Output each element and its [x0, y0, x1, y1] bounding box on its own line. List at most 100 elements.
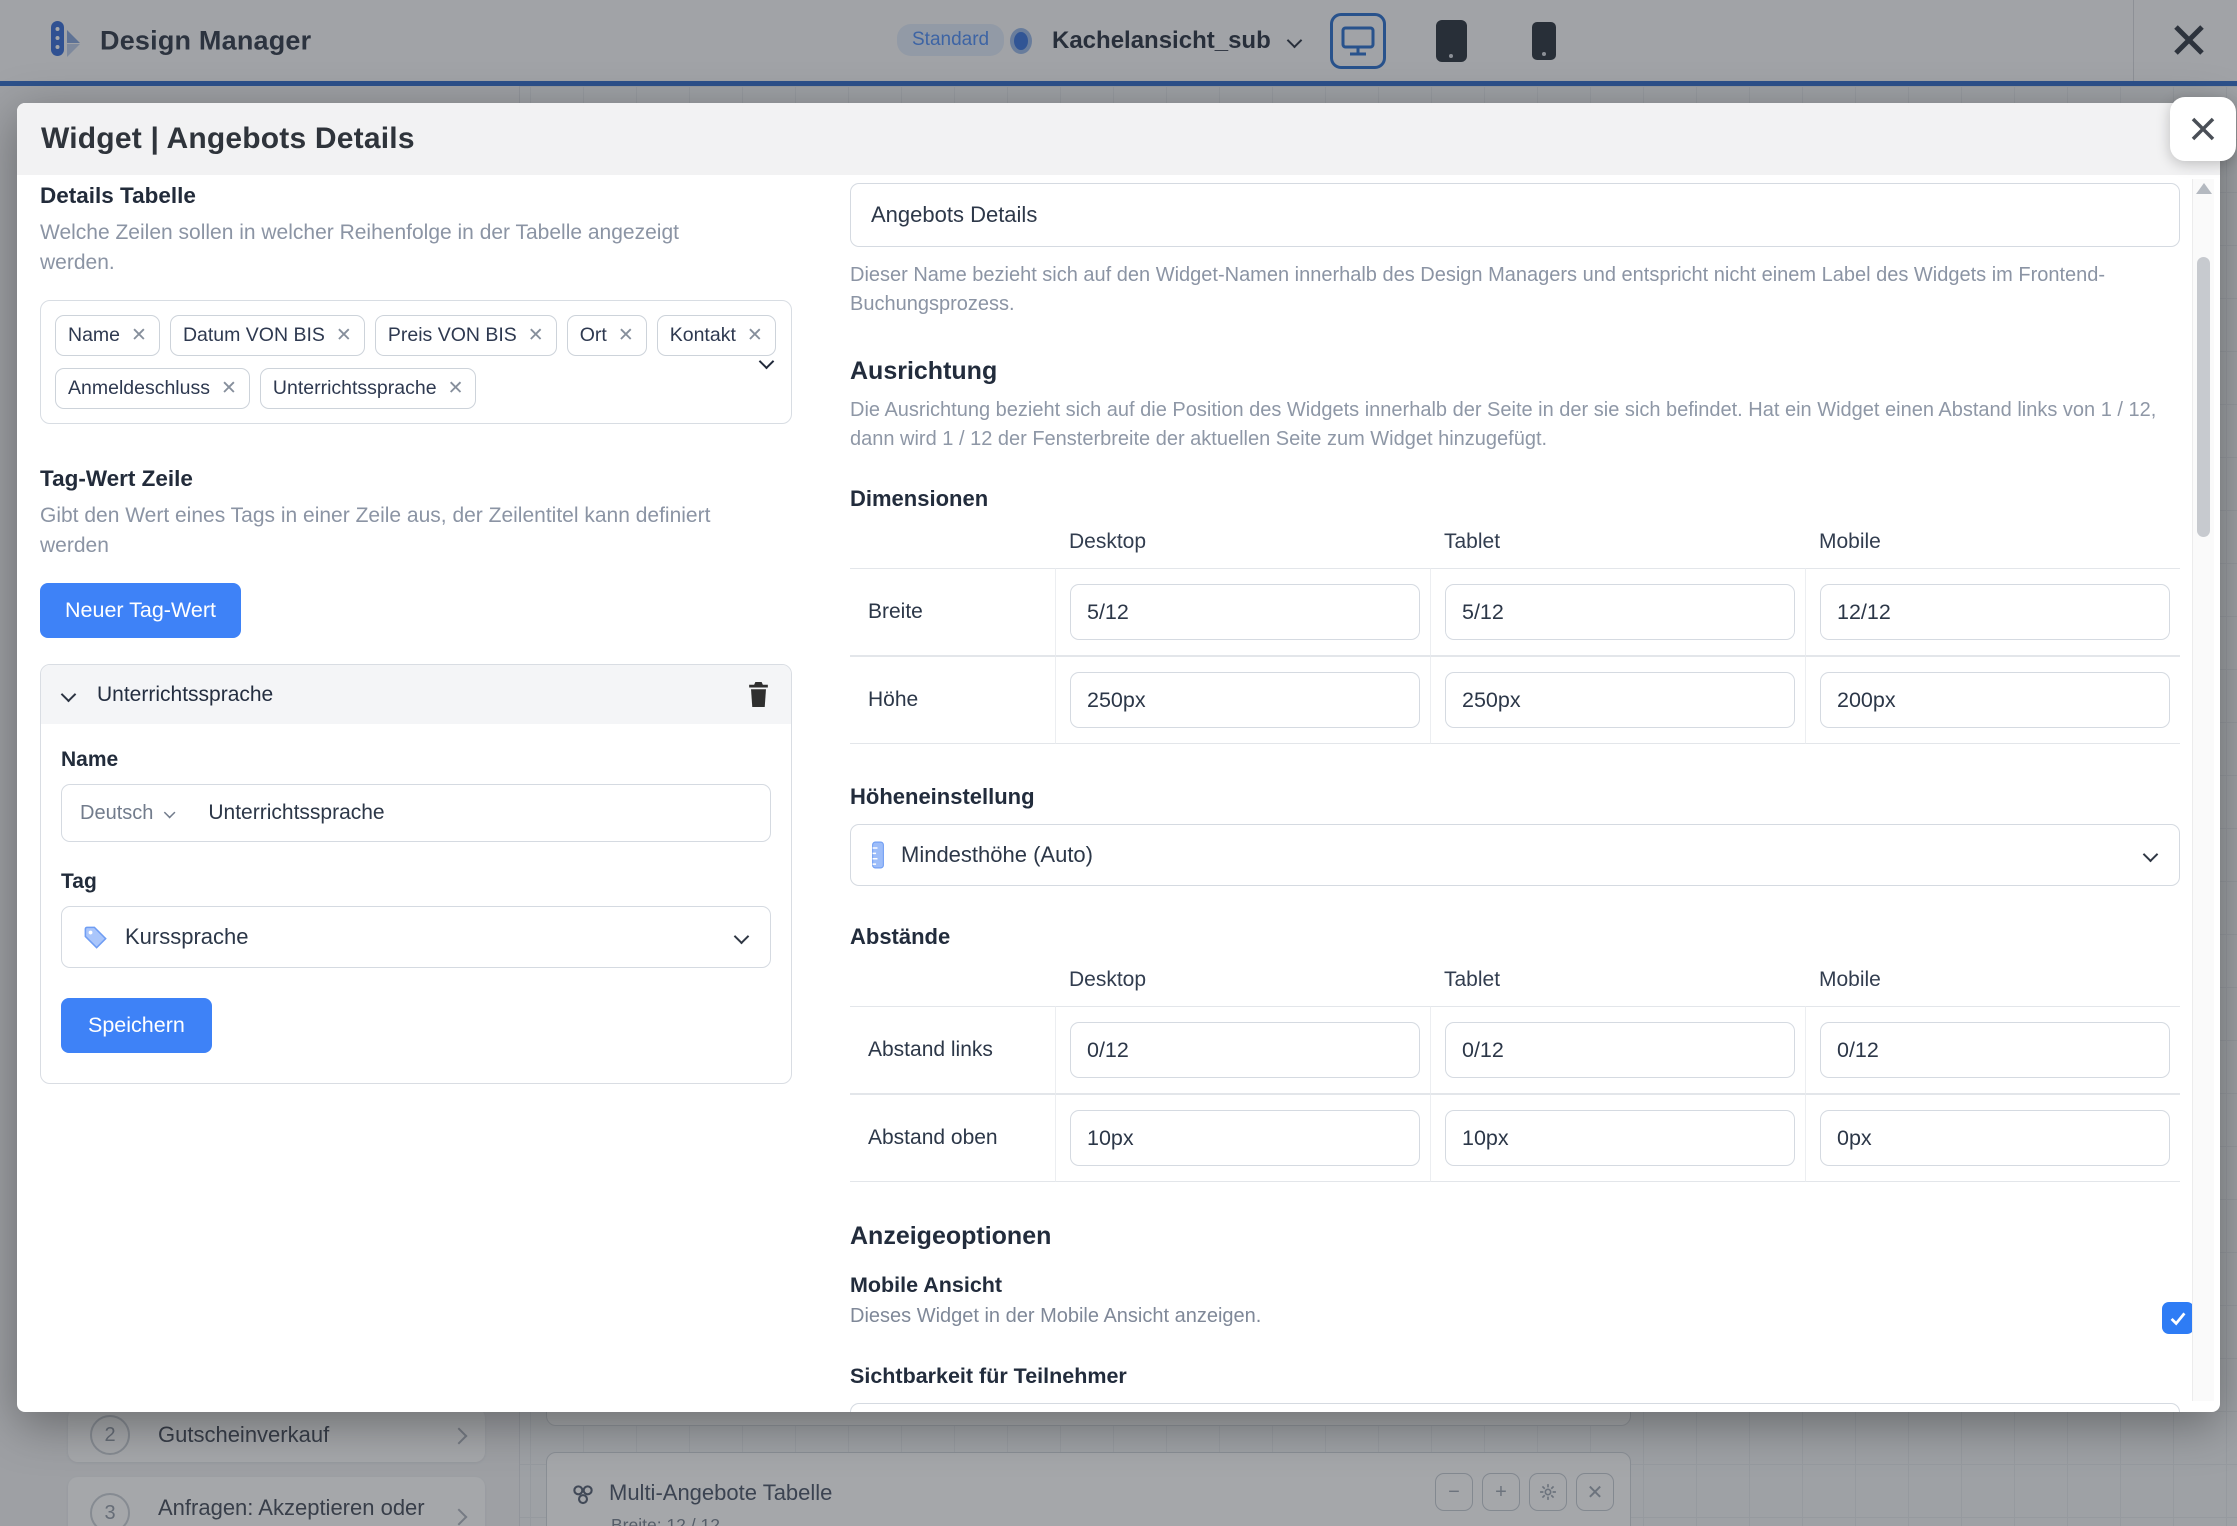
widget-name-input[interactable]: Angebots Details — [850, 183, 2180, 247]
details-table-rows-input[interactable]: Name ✕ Datum VON BIS ✕ Preis VON BIS ✕ Ort ✕… — [40, 300, 792, 424]
accordion-title: Unterrichtssprache — [97, 683, 273, 707]
mobile-ansicht-checkbox[interactable] — [2162, 1302, 2194, 1334]
tag-wert-heading: Tag-Wert Zeile — [40, 466, 792, 492]
tag-select-value: Kurssprache — [125, 924, 249, 950]
chevron-down-icon — [2143, 849, 2159, 861]
accordion-header[interactable]: Unterrichtssprache — [41, 665, 791, 724]
row-name-input[interactable]: Deutsch Unterrichtssprache — [61, 784, 771, 842]
widget-settings-modal: Widget | Angebots Details Details Tabell… — [17, 103, 2220, 1412]
breite-mobile-input[interactable]: 12/12 — [1820, 584, 2170, 640]
tag-wert-accordion: Unterrichtssprache Name Deutsch — [40, 664, 792, 1084]
modal-header: Widget | Angebots Details — [17, 103, 2220, 175]
chip-remove-icon[interactable]: ✕ — [131, 326, 147, 345]
trash-icon — [746, 681, 771, 708]
chip-remove-icon[interactable]: ✕ — [618, 326, 634, 345]
abstand-links-mobile-input[interactable]: 0/12 — [1820, 1022, 2170, 1078]
column-header-mobile: Mobile — [1805, 530, 2180, 568]
row-label: Abstand links — [850, 1006, 1055, 1094]
save-button[interactable]: Speichern — [61, 998, 212, 1053]
details-table-description: Welche Zeilen sollen in welcher Reihenfo… — [40, 218, 740, 278]
chip-label: Kontakt — [670, 324, 736, 347]
modal-scrollbar[interactable] — [2192, 179, 2214, 1401]
chip[interactable]: Ort ✕ — [567, 315, 647, 356]
chip-remove-icon[interactable]: ✕ — [336, 326, 352, 345]
chevron-down-icon — [61, 689, 77, 701]
column-header-tablet: Tablet — [1430, 968, 1805, 1006]
dimensionen-heading: Dimensionen — [850, 486, 2180, 512]
chip[interactable]: Name ✕ — [55, 315, 160, 356]
abstand-links-tablet-input[interactable]: 0/12 — [1445, 1022, 1795, 1078]
column-header-mobile: Mobile — [1805, 968, 2180, 1006]
abstand-oben-tablet-input[interactable]: 10px — [1445, 1110, 1795, 1166]
ausrichtung-description: Die Ausrichtung bezieht sich auf die Pos… — [850, 396, 2180, 454]
hoehe-desktop-input[interactable]: 250px — [1070, 672, 1420, 728]
sichtbarkeit-heading: Sichtbarkeit für Teilnehmer — [850, 1364, 2180, 1389]
row-label: Abstand oben — [850, 1094, 1055, 1182]
row-label: Höhe — [850, 656, 1055, 744]
row-name-value: Unterrichtssprache — [208, 801, 384, 825]
mobile-ansicht-heading: Mobile Ansicht — [850, 1273, 2180, 1298]
accordion-body: Name Deutsch Unterrichtssprache Tag — [41, 724, 791, 1083]
column-header-desktop: Desktop — [1055, 968, 1430, 1006]
chip-label: Preis VON BIS — [388, 324, 517, 347]
delete-tag-wert-button[interactable] — [746, 681, 771, 708]
chip-label: Name — [68, 324, 120, 347]
chip-label: Anmeldeschluss — [68, 377, 210, 400]
column-header-tablet: Tablet — [1430, 530, 1805, 568]
abstand-oben-mobile-input[interactable]: 0px — [1820, 1110, 2170, 1166]
chip[interactable]: Kontakt ✕ — [657, 315, 776, 356]
tag-select[interactable]: Kurssprache — [61, 906, 771, 968]
chip[interactable]: Datum VON BIS ✕ — [170, 315, 365, 356]
chip-label: Datum VON BIS — [183, 324, 325, 347]
sichtbarkeit-select[interactable]: Für alle Besucher sichtbar — [850, 1403, 2180, 1412]
details-table-heading: Details Tabelle — [40, 183, 792, 209]
name-label: Name — [61, 748, 771, 772]
close-icon — [2187, 113, 2219, 145]
chip-remove-icon[interactable]: ✕ — [747, 326, 763, 345]
modal-left-column: Details Tabelle Welche Zeilen sollen in … — [40, 183, 792, 1084]
table-corner — [850, 968, 1055, 1006]
chip-label: Unterrichtssprache — [273, 377, 437, 400]
hoeheneinstellung-select[interactable]: Mindesthöhe (Auto) — [850, 824, 2180, 886]
abstaende-table: Desktop Tablet Mobile Abstand links 0/12… — [850, 968, 2180, 1182]
hoehe-mobile-input[interactable]: 200px — [1820, 672, 2170, 728]
tag-wert-description: Gibt den Wert eines Tags in einer Zeile … — [40, 501, 750, 561]
modal-body: Details Tabelle Welche Zeilen sollen in … — [17, 175, 2220, 1412]
dimensionen-table: Desktop Tablet Mobile Breite 5/12 5/12 1… — [850, 530, 2180, 744]
hoeheneinstellung-heading: Höheneinstellung — [850, 784, 2180, 810]
chip[interactable]: Preis VON BIS ✕ — [375, 315, 557, 356]
chip[interactable]: Unterrichtssprache ✕ — [260, 368, 477, 409]
chevron-down-icon[interactable] — [759, 356, 775, 368]
tag-label: Tag — [61, 870, 771, 894]
ausrichtung-heading: Ausrichtung — [850, 357, 2180, 386]
column-header-desktop: Desktop — [1055, 530, 1430, 568]
tag-icon — [82, 924, 109, 951]
ruler-icon — [871, 841, 885, 869]
breite-desktop-input[interactable]: 5/12 — [1070, 584, 1420, 640]
hoeheneinstellung-value: Mindesthöhe (Auto) — [901, 842, 1093, 868]
hoehe-tablet-input[interactable]: 250px — [1445, 672, 1795, 728]
chip-remove-icon[interactable]: ✕ — [528, 326, 544, 345]
chip-remove-icon[interactable]: ✕ — [448, 379, 464, 398]
chevron-down-icon — [164, 809, 176, 818]
abstand-oben-desktop-input[interactable]: 10px — [1070, 1110, 1420, 1166]
design-manager-screen: Design Manager Standard Kachelansicht_su… — [0, 0, 2237, 1526]
abstand-links-desktop-input[interactable]: 0/12 — [1070, 1022, 1420, 1078]
anzeigeoptionen-heading: Anzeigeoptionen — [850, 1222, 2180, 1251]
language-select-value: Deutsch — [80, 802, 153, 825]
row-label: Breite — [850, 568, 1055, 656]
scrollbar-thumb[interactable] — [2197, 257, 2210, 537]
modal-title: Widget | Angebots Details — [41, 122, 415, 156]
chip-label: Ort — [580, 324, 607, 347]
chip[interactable]: Anmeldeschluss ✕ — [55, 368, 250, 409]
check-icon — [2167, 1307, 2189, 1329]
abstaende-heading: Abstände — [850, 924, 2180, 950]
chip-remove-icon[interactable]: ✕ — [221, 379, 237, 398]
modal-close-button[interactable] — [2170, 97, 2236, 161]
breite-tablet-input[interactable]: 5/12 — [1445, 584, 1795, 640]
table-corner — [850, 530, 1055, 568]
scroll-up-arrow[interactable] — [2196, 183, 2212, 194]
widget-name-hint: Dieser Name bezieht sich auf den Widget-… — [850, 261, 2180, 319]
new-tag-wert-button[interactable]: Neuer Tag-Wert — [40, 583, 241, 638]
language-select[interactable]: Deutsch — [80, 802, 178, 825]
